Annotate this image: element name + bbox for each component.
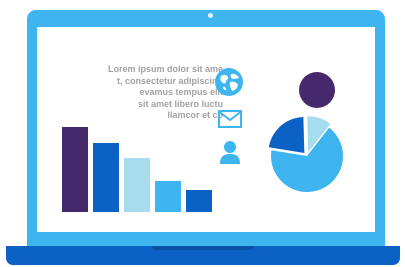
laptop-screen-frame: Lorem ipsum dolor sit ame t, consectetur…: [27, 10, 385, 247]
globe-icon: [214, 67, 244, 97]
paragraph-line: Lorem ipsum dolor sit ame: [107, 64, 223, 74]
lorem-paragraph: Lorem ipsum dolor sit ame t, consectetur…: [73, 64, 223, 122]
illustration: Lorem ipsum dolor sit ame t, consectetur…: [0, 0, 405, 267]
pie-chart: [268, 116, 343, 192]
bar: [124, 158, 150, 212]
bar: [93, 143, 119, 212]
purple-circle: [299, 72, 335, 108]
webcam: [208, 13, 213, 18]
user-icon: [218, 140, 242, 164]
paragraph-line: sit amet libero luctu: [137, 98, 223, 109]
paragraph-line: t, consectetur adipiscing: [116, 75, 223, 86]
pie-slice: [268, 117, 305, 153]
laptop-notch: [152, 246, 254, 250]
laptop-display: Lorem ipsum dolor sit ame t, consectetur…: [37, 27, 375, 232]
bar: [62, 127, 88, 212]
envelope-icon: [218, 110, 242, 128]
bar: [186, 190, 212, 212]
bar: [155, 181, 181, 212]
paragraph-line: llamcor et co: [167, 110, 223, 121]
paragraph-line: evamus tempus elit: [139, 87, 223, 98]
laptop-base: [6, 246, 400, 265]
